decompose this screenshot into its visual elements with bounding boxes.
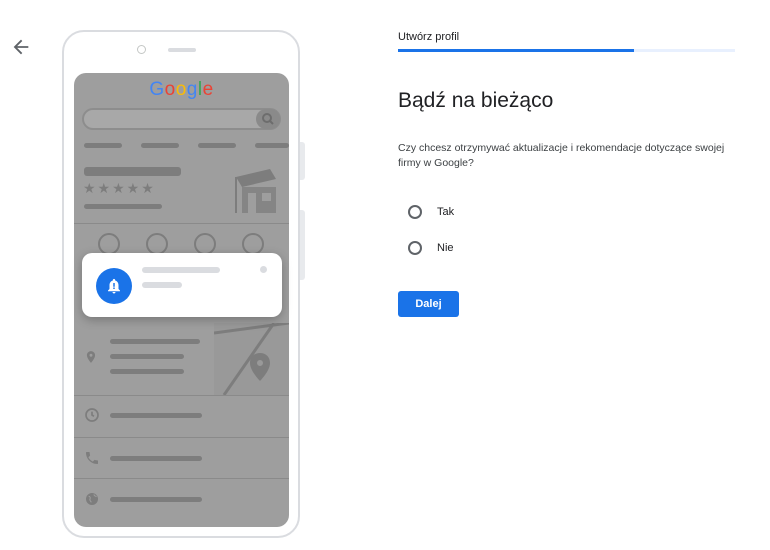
placeholder-bar: [84, 143, 122, 148]
divider: [74, 437, 289, 438]
step-label: Utwórz profil: [398, 31, 460, 43]
globe-icon: [86, 493, 98, 505]
search-icon: [256, 109, 280, 129]
clock-icon: [85, 408, 99, 422]
notification-avatar: [96, 268, 132, 304]
back-button[interactable]: [10, 36, 32, 58]
page-title: Bądź na bieżąco: [398, 89, 554, 112]
next-button[interactable]: Dalej: [398, 291, 459, 317]
placeholder-bar: [255, 143, 289, 148]
option-label: Nie: [437, 242, 454, 254]
phone-call-icon: [86, 452, 98, 464]
map-illustration: [214, 323, 289, 395]
placeholder-bar: [141, 143, 179, 148]
placeholder-bar: [110, 354, 184, 359]
option-label: Tak: [437, 206, 455, 218]
placeholder-bar: [110, 497, 202, 502]
progress-bar: [398, 49, 735, 52]
phone-icon: [194, 233, 216, 255]
notification-card: [82, 253, 282, 317]
placeholder-bar: [84, 167, 181, 176]
phone-camera: [137, 45, 146, 54]
search-bar-placeholder: [82, 108, 281, 130]
website-icon: [242, 233, 264, 255]
placeholder-bar: [142, 282, 182, 288]
storefront-icon: [235, 169, 276, 213]
divider: [74, 395, 289, 396]
directions-icon: [146, 233, 168, 255]
placeholder-bar: [110, 369, 184, 374]
call-icon: [98, 233, 120, 255]
placeholder-bar: [198, 143, 236, 148]
placeholder-bar: [110, 339, 200, 344]
divider: [74, 223, 289, 224]
placeholder-bar: [84, 204, 162, 209]
placeholder-bar: [110, 456, 202, 461]
bell-alert-icon: [108, 278, 120, 294]
notification-dot: [260, 266, 267, 273]
radio-button[interactable]: [408, 241, 422, 255]
phone-side-button: [300, 142, 305, 180]
phone-side-button: [300, 210, 305, 280]
arrow-back-icon: [13, 39, 29, 55]
google-logo: Google: [149, 79, 214, 100]
rating-stars-icon: ★★★★★: [83, 180, 156, 196]
option-no[interactable]: Nie: [408, 239, 454, 257]
phone-speaker: [168, 48, 196, 52]
question-text: Czy chcesz otrzymywać aktualizacje i rek…: [398, 142, 725, 169]
divider: [74, 478, 289, 479]
placeholder-bar: [142, 267, 220, 273]
radio-button[interactable]: [408, 205, 422, 219]
progress-fill: [398, 49, 634, 52]
option-yes[interactable]: Tak: [408, 203, 454, 221]
placeholder-bar: [110, 413, 202, 418]
location-pin-icon: [86, 351, 96, 363]
